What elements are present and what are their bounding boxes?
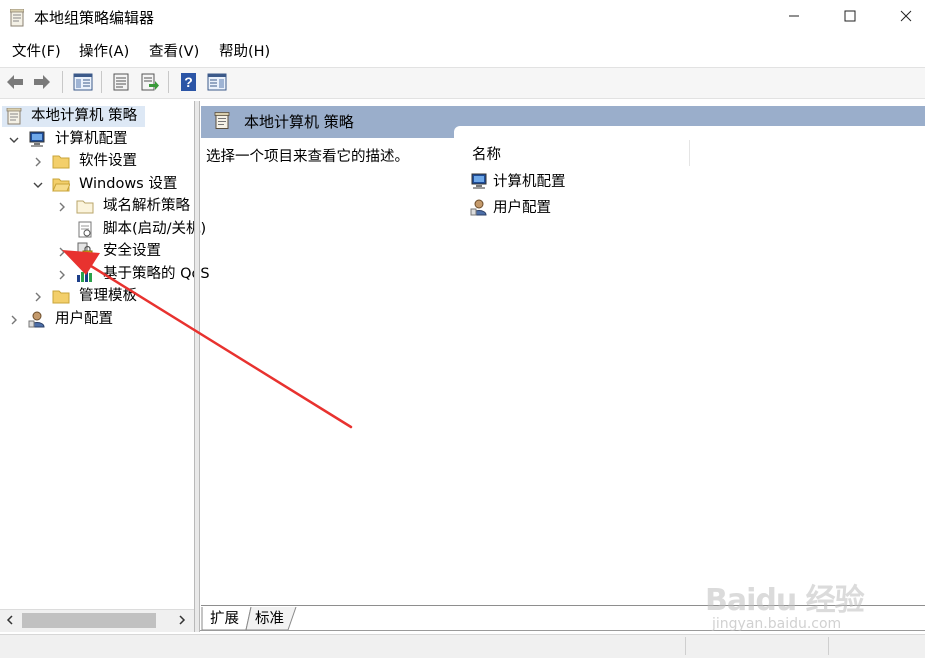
security-lock-icon <box>77 242 93 259</box>
chevron-right-icon[interactable] <box>56 269 68 281</box>
right-pane-title: 本地计算机 策略 <box>244 113 354 131</box>
tree-item-computer-config[interactable]: 计算机配置 <box>0 129 194 150</box>
tree-item-admin-templates[interactable]: 管理模板 <box>0 286 194 307</box>
scrollbar-thumb[interactable] <box>22 613 156 628</box>
chevron-down-icon[interactable] <box>8 134 20 146</box>
list-label-computer-config: 计算机配置 <box>493 174 566 190</box>
show-hide-tree-icon[interactable] <box>73 72 93 92</box>
toolbar-separator <box>62 71 63 93</box>
menu-help[interactable]: 帮助(H) <box>219 42 270 62</box>
status-separator <box>685 637 686 655</box>
description-text: 选择一个项目来查看它的描述。 <box>206 149 409 165</box>
tree-label-name-resolution-policy: 域名解析策略 <box>103 198 190 214</box>
close-button[interactable] <box>883 0 925 32</box>
chevron-right-icon[interactable] <box>56 201 68 213</box>
tree-item-policy-based-qos[interactable]: 基于策略的 QoS <box>0 264 210 285</box>
user-config-icon <box>28 311 45 328</box>
tree-label-user-config: 用户配置 <box>55 311 113 327</box>
tree-item-user-config[interactable]: 用户配置 <box>0 309 194 330</box>
toolbar-separator <box>101 71 102 93</box>
tree-label-software-settings: 软件设置 <box>79 153 137 169</box>
tree-label-scripts: 脚本(启动/关机) <box>103 221 207 237</box>
tree-item-root[interactable]: 本地计算机 策略 <box>2 106 145 127</box>
script-document-icon <box>78 221 92 238</box>
tree-label-root: 本地计算机 策略 <box>31 108 138 124</box>
tree-label-security-settings: 安全设置 <box>103 243 161 259</box>
computer-config-icon <box>29 131 45 147</box>
tree-item-windows-settings[interactable]: Windows 设置 <box>0 174 194 195</box>
chevron-down-icon[interactable] <box>32 179 44 191</box>
tree-label-admin-templates: 管理模板 <box>79 288 137 304</box>
tab-standard[interactable]: 标准 <box>251 609 288 630</box>
window-title: 本地组策略编辑器 <box>34 9 155 27</box>
chevron-right-icon[interactable] <box>56 246 68 258</box>
chevron-right-icon[interactable] <box>32 291 44 303</box>
chevron-right-icon[interactable] <box>32 156 44 168</box>
menu-bar <box>0 40 925 64</box>
policy-editor-app-icon <box>10 9 24 27</box>
column-separator[interactable] <box>689 140 690 166</box>
back-arrow-icon[interactable] <box>5 72 25 92</box>
column-header-name[interactable]: 名称 <box>472 145 501 165</box>
folder-icon <box>52 290 70 304</box>
tab-extended[interactable]: 扩展 <box>206 609 243 630</box>
list-label-user-config: 用户配置 <box>493 200 551 216</box>
tree-item-software-settings[interactable]: 软件设置 <box>0 151 194 172</box>
scroll-right-icon[interactable] <box>176 614 188 626</box>
toolbar-separator <box>168 71 169 93</box>
user-config-icon <box>470 199 487 216</box>
policy-document-icon <box>6 108 22 125</box>
right-pane-header-curve <box>454 126 925 138</box>
export-list-icon[interactable] <box>140 72 160 92</box>
computer-config-icon <box>471 173 487 189</box>
pane-splitter[interactable] <box>194 101 200 632</box>
policy-document-icon <box>214 112 230 129</box>
folder-open-icon <box>52 178 70 192</box>
tree-item-security-settings[interactable]: 安全设置 <box>0 241 194 262</box>
show-hide-action-pane-icon[interactable] <box>207 72 227 92</box>
tree-item-scripts[interactable]: 脚本(启动/关机) <box>0 219 206 240</box>
watermark-logo: Baidu 经验 <box>705 583 865 618</box>
svg-text:?: ? <box>184 74 193 90</box>
tree-item-name-resolution-policy[interactable]: 域名解析策略 <box>0 196 194 217</box>
maximize-icon <box>844 10 856 22</box>
qos-bar-chart-icon <box>77 269 92 282</box>
menu-view[interactable]: 查看(V) <box>149 42 199 62</box>
scroll-left-icon[interactable] <box>4 614 16 626</box>
minimize-button[interactable] <box>771 0 817 32</box>
close-icon <box>900 10 912 22</box>
minimize-icon <box>789 15 799 17</box>
toolbar <box>0 67 925 99</box>
tree-label-windows-settings: Windows 设置 <box>79 176 178 192</box>
folder-icon <box>52 155 70 169</box>
maximize-button[interactable] <box>827 0 873 32</box>
tree-label-computer-config: 计算机配置 <box>55 131 128 147</box>
help-icon[interactable]: ? <box>179 72 199 92</box>
menu-action[interactable]: 操作(A) <box>79 42 129 62</box>
status-bar <box>0 634 925 658</box>
watermark-url: jingyan.baidu.com <box>712 616 842 632</box>
chevron-right-icon[interactable] <box>8 314 20 326</box>
folder-icon <box>76 200 94 214</box>
properties-icon[interactable] <box>111 72 131 92</box>
status-separator <box>828 637 829 655</box>
forward-arrow-icon[interactable] <box>32 72 52 92</box>
menu-file[interactable]: 文件(F) <box>12 42 61 62</box>
